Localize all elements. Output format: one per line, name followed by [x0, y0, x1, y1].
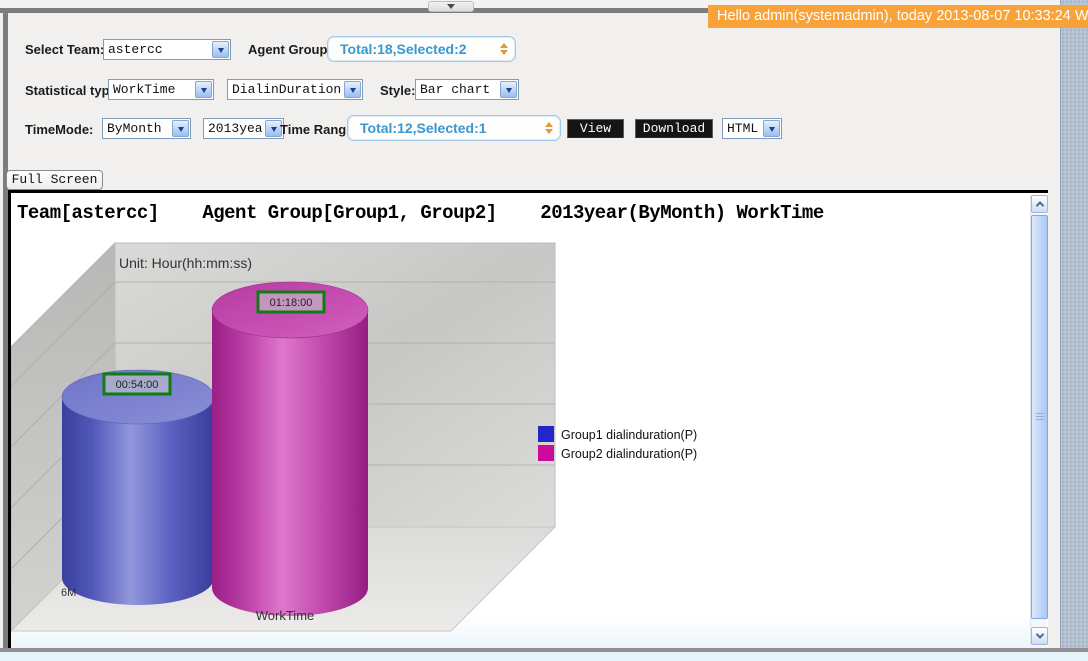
dropdown-arrow-icon[interactable] — [763, 120, 780, 137]
svg-text:01:18:00: 01:18:00 — [270, 297, 313, 309]
scroll-up-button[interactable] — [1031, 195, 1048, 213]
timemode-select[interactable]: ByMonth — [102, 118, 191, 139]
time-rang-label: Time Rang: — [280, 122, 351, 137]
agent-group-spinner[interactable]: Total:18,Selected:2 — [327, 36, 516, 62]
time-rang-spinner[interactable]: Total:12,Selected:1 — [347, 115, 561, 141]
spinner-icon[interactable] — [493, 39, 515, 59]
agent-group-label: Agent Group: — [248, 42, 332, 57]
scroll-down-button[interactable] — [1031, 627, 1048, 645]
chevron-up-icon — [1035, 201, 1043, 209]
chevron-down-icon — [1035, 630, 1043, 638]
statistical-subtype-select[interactable]: DialinDuration — [227, 79, 363, 100]
statistical-type-select[interactable]: WorkTime — [108, 79, 214, 100]
format-select[interactable]: HTML — [722, 118, 782, 139]
dropdown-arrow-icon[interactable] — [500, 81, 517, 98]
bar-group2[interactable] — [212, 282, 368, 616]
value-label-group2: 01:18:00 — [258, 292, 324, 312]
value-label-group1: 00:54:00 — [104, 374, 170, 394]
dropdown-arrow-icon[interactable] — [344, 81, 361, 98]
timemode-label: TimeMode: — [25, 122, 93, 137]
legend-label-group2: Group2 dialinduration(P) — [561, 447, 697, 461]
chart-title: Team[astercc] Agent Group[Group1, Group2… — [17, 202, 1048, 224]
team-select[interactable]: astercc — [103, 39, 231, 60]
bar-group1[interactable] — [62, 370, 214, 605]
bottom-status-strip — [0, 652, 1088, 661]
legend: Group1 dialinduration(P) Group2 dialindu… — [538, 426, 697, 461]
depth-axis-label: 6M — [61, 587, 76, 599]
welcome-banner: Hello admin(systemadmin), today 2013-08-… — [708, 5, 1088, 28]
right-texture-strip — [1060, 0, 1088, 661]
svg-text:00:54:00: 00:54:00 — [116, 379, 159, 391]
legend-swatch-group1 — [538, 426, 554, 442]
category-label: WorkTime — [256, 608, 315, 623]
dropdown-arrow-icon[interactable] — [212, 41, 229, 58]
thumb-grip-icon — [1036, 413, 1044, 422]
spinner-icon[interactable] — [538, 118, 560, 138]
vertical-scrollbar[interactable] — [1030, 195, 1047, 645]
statistical-type-label: Statistical type: — [25, 83, 121, 98]
year-select[interactable]: 2013year — [203, 118, 284, 139]
download-button[interactable]: Download — [635, 119, 713, 138]
select-team-label: Select Team: — [25, 42, 104, 57]
view-button[interactable]: View — [567, 119, 624, 138]
bar-chart: Unit: Hour(hh:mm:ss) 00:54:00 01:18:00 6… — [11, 239, 1035, 643]
style-label: Style: — [380, 83, 415, 98]
legend-swatch-group2 — [538, 445, 554, 461]
full-screen-button[interactable]: Full Screen — [6, 170, 103, 190]
dropdown-arrow-icon[interactable] — [172, 120, 189, 137]
chart-panel: Team[astercc] Agent Group[Group1, Group2… — [8, 190, 1048, 648]
style-select[interactable]: Bar chart — [415, 79, 519, 100]
collapse-panel-tab[interactable] — [428, 1, 474, 12]
legend-label-group1: Group1 dialinduration(P) — [561, 428, 697, 442]
scrollbar-thumb[interactable] — [1031, 215, 1048, 619]
chevron-down-icon — [447, 4, 455, 13]
dropdown-arrow-icon[interactable] — [195, 81, 212, 98]
unit-label: Unit: Hour(hh:mm:ss) — [119, 255, 252, 271]
